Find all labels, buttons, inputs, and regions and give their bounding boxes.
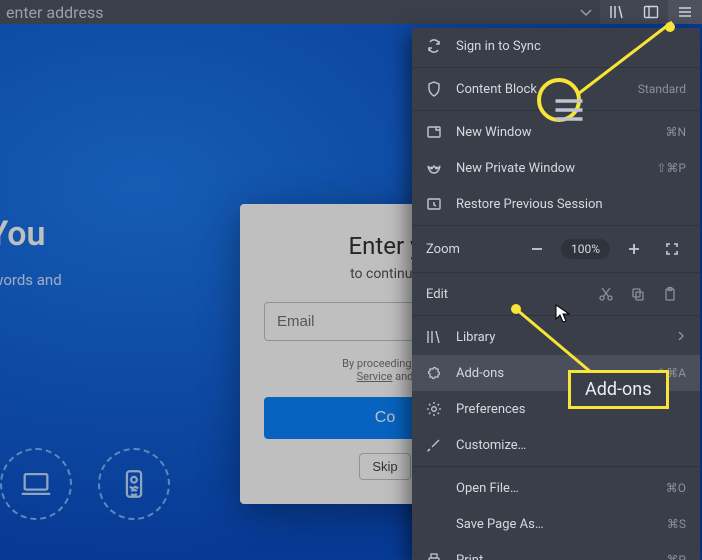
edit-label: Edit xyxy=(426,287,590,302)
chevron-right-icon xyxy=(676,330,686,345)
menu-separator xyxy=(412,110,700,111)
puzzle-icon xyxy=(426,365,442,381)
menu-restore-session[interactable]: Restore Previous Session xyxy=(412,186,700,222)
menu-separator xyxy=(412,225,700,226)
restore-icon xyxy=(426,196,442,212)
toolbar-buttons xyxy=(600,0,702,24)
mask-icon xyxy=(426,160,442,176)
copy-button[interactable] xyxy=(622,286,654,302)
menu-sign-in[interactable]: Sign in to Sync xyxy=(412,28,700,64)
library-icon xyxy=(426,329,442,345)
app-menu-button[interactable] xyxy=(668,0,702,24)
menu-preferences[interactable]: Preferences xyxy=(412,391,700,427)
menu-print[interactable]: Print… ⌘P xyxy=(412,542,700,560)
printer-icon xyxy=(426,552,442,560)
browser-toolbar: enter address xyxy=(0,0,702,24)
menu-separator xyxy=(412,272,700,273)
fullscreen-button[interactable] xyxy=(658,237,686,261)
url-placeholder: enter address xyxy=(6,3,103,22)
zoom-percent[interactable]: 100% xyxy=(561,239,610,259)
menu-addons[interactable]: Add-ons ⇧⌘A xyxy=(412,355,700,391)
menu-customize[interactable]: Customize… xyxy=(412,427,700,463)
blank-icon xyxy=(426,480,442,496)
menu-separator xyxy=(412,67,700,68)
app-menu-panel: Sign in to Sync Content Block Standard N… xyxy=(412,28,700,560)
menu-separator xyxy=(412,315,700,316)
menu-content-blocking[interactable]: Content Block Standard xyxy=(412,71,700,107)
shield-icon xyxy=(426,81,442,97)
sidebar-toolbar-button[interactable] xyxy=(634,0,668,24)
brush-icon xyxy=(426,437,442,453)
zoom-out-button[interactable] xyxy=(523,237,551,261)
menu-save-page[interactable]: Save Page As… ⌘S xyxy=(412,506,700,542)
zoom-label: Zoom xyxy=(426,242,486,257)
paste-button[interactable] xyxy=(654,286,686,302)
sync-icon xyxy=(426,38,442,54)
gear-icon xyxy=(426,401,442,417)
window-icon xyxy=(426,124,442,140)
blank-icon xyxy=(426,516,442,532)
urlbar-dropdown-icon[interactable] xyxy=(578,4,594,20)
zoom-in-button[interactable] xyxy=(620,237,648,261)
menu-new-private-window[interactable]: New Private Window ⇧⌘P xyxy=(412,150,700,186)
menu-separator xyxy=(412,466,700,467)
menu-new-window[interactable]: New Window ⌘N xyxy=(412,114,700,150)
menu-library[interactable]: Library xyxy=(412,319,700,355)
cut-button[interactable] xyxy=(590,286,622,302)
url-bar[interactable]: enter address xyxy=(0,0,600,24)
library-toolbar-button[interactable] xyxy=(600,0,634,24)
menu-zoom-row: Zoom 100% xyxy=(412,229,700,269)
menu-edit-row: Edit xyxy=(412,276,700,312)
menu-open-file[interactable]: Open File… ⌘O xyxy=(412,470,700,506)
